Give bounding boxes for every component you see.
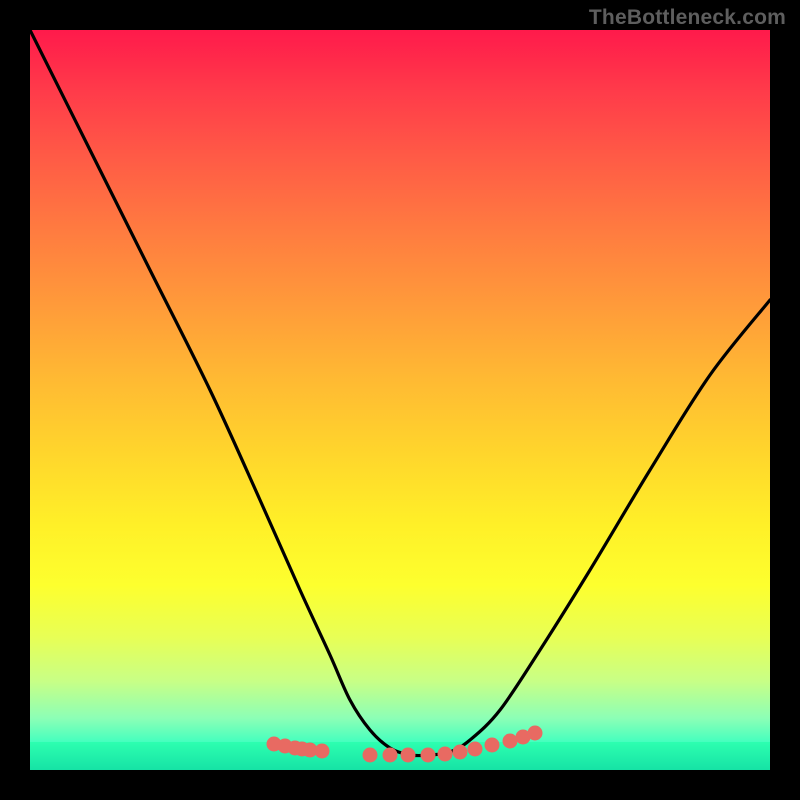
highlight-dot bbox=[485, 738, 500, 753]
chart-area bbox=[30, 30, 770, 770]
highlight-dot bbox=[438, 747, 453, 762]
highlight-dot bbox=[421, 748, 436, 763]
highlight-dot bbox=[468, 742, 483, 757]
highlight-dot bbox=[363, 748, 378, 763]
highlight-dot bbox=[315, 744, 330, 759]
curve-svg bbox=[30, 30, 770, 770]
highlight-dot bbox=[453, 745, 468, 760]
watermark-text: TheBottleneck.com bbox=[589, 6, 786, 30]
highlight-dot bbox=[401, 748, 416, 763]
highlight-dot bbox=[528, 726, 543, 741]
highlight-dot bbox=[383, 748, 398, 763]
highlight-dots bbox=[267, 726, 543, 763]
bottleneck-curve bbox=[30, 30, 770, 756]
highlight-dot bbox=[503, 734, 518, 749]
